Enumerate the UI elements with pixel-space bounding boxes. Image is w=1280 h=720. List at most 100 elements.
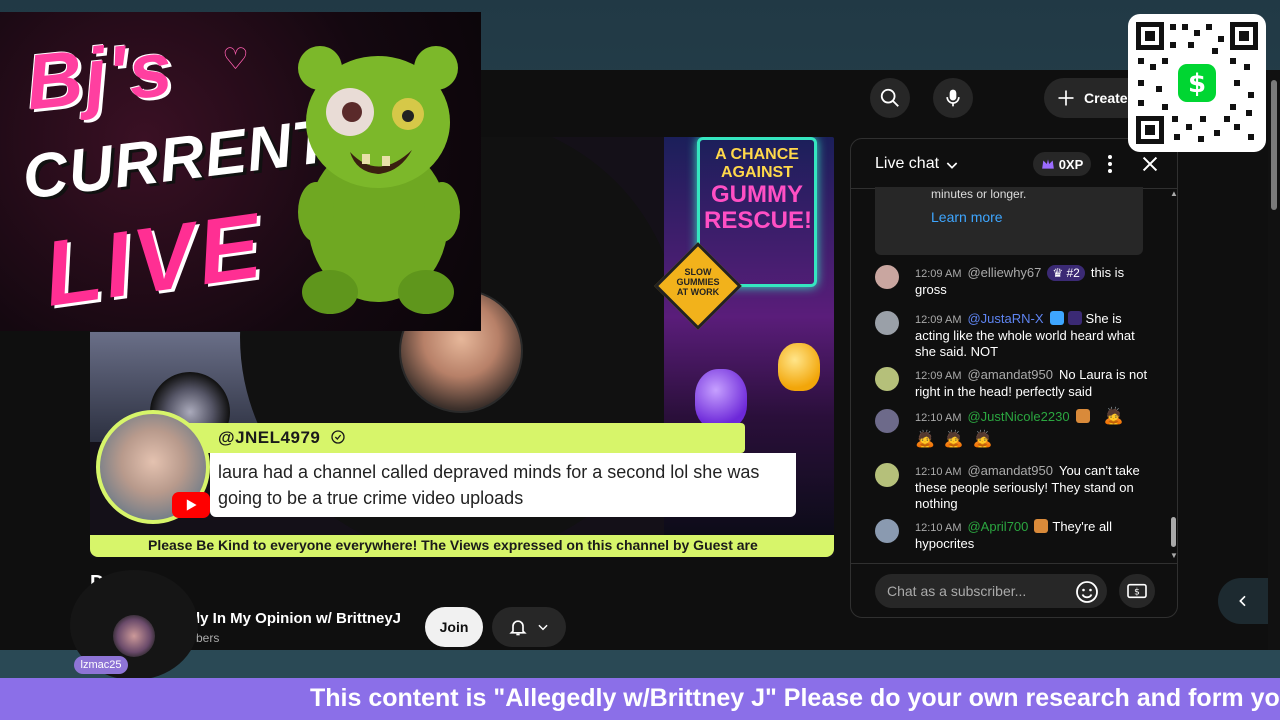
close-icon[interactable] (1139, 153, 1161, 175)
message-body: 12:10 AM @amandat950 You can't take these … (915, 463, 1155, 512)
neon-sign-line1: A CHANCE AGAINST (715, 146, 799, 181)
message-author[interactable]: @amandat950 (967, 367, 1052, 382)
crown-icon (1041, 159, 1054, 169)
search-button[interactable] (870, 78, 910, 118)
learn-more-link[interactable]: Learn more (931, 209, 1003, 225)
notice-text: minutes or longer. (931, 187, 1027, 201)
shield-icon (1049, 311, 1064, 325)
message-author[interactable]: @JustaRN-X (967, 311, 1043, 326)
message-time: 12:09 AM (915, 268, 962, 280)
svg-text:$: $ (1134, 588, 1140, 598)
chat-notice: minutes or longer. Learn more (875, 187, 1143, 255)
chat-title[interactable]: Live chat (875, 155, 939, 173)
warning-sign-line2: GUMMIES (676, 277, 720, 287)
ticker-text: Please Be Kind to everyone everywhere! T… (148, 537, 758, 553)
warning-sign-line1: SLOW (684, 267, 712, 277)
channel-name[interactable]: ly In My Opinion w/ BrittneyJ (196, 610, 401, 627)
emoji-row: 🙇 🙇 🙇 (915, 432, 1155, 448)
chat-input-area: $ (851, 563, 1177, 617)
chevron-left-icon (1239, 595, 1246, 607)
avatar (875, 265, 899, 289)
chevron-down-icon[interactable] (944, 157, 960, 173)
super-chat-button[interactable]: $ (1119, 574, 1155, 608)
chevron-down-icon (538, 624, 548, 631)
chat-header: Live chat 0XP (851, 139, 1177, 189)
notification-button[interactable] (492, 607, 566, 647)
member-badge-icon (1075, 409, 1090, 423)
youtube-logo-icon (172, 492, 210, 518)
join-button[interactable]: Join (425, 607, 483, 647)
comment-text: laura had a channel called depraved mind… (210, 453, 796, 517)
webcam-name-badge: lzmac25 (74, 656, 128, 674)
avatar (875, 463, 899, 487)
message-author[interactable]: @April700 (967, 519, 1028, 534)
scroll-down-icon[interactable]: ▼ (1170, 551, 1177, 560)
message-time: 12:10 AM (915, 412, 962, 424)
neon-sign-line2: GUMMY RESCUE! (704, 181, 813, 234)
rank-badge: ♛ #2 (1047, 265, 1085, 281)
qr-code-icon: $ (1134, 20, 1260, 146)
bell-icon (509, 620, 527, 636)
dollar-icon: $ (1127, 583, 1147, 599)
person-emoji-icon: 🙇 (1103, 408, 1124, 425)
purple-gummy-bear (695, 369, 747, 429)
search-icon (880, 88, 899, 107)
avatar (875, 311, 899, 335)
message-author[interactable]: @elliewhy67 (967, 265, 1041, 280)
stream-logo-overlay: Bj's ♡ CURRENT LIVE (0, 12, 481, 331)
live-chat-panel: Live chat 0XP minutes or longer. Learn m… (850, 138, 1178, 618)
collapse-panel-button[interactable] (1218, 578, 1268, 624)
person-emoji-icon: 🙇 (972, 431, 993, 448)
rank-badge-label: #2 (1066, 266, 1080, 280)
message-author[interactable]: @JustNicole2230 (967, 409, 1069, 424)
message-body: 12:10 AM @April700 They're all hypocrites (915, 519, 1155, 552)
member-badge-icon (1034, 519, 1049, 533)
cashapp-qr-code: $ (1128, 14, 1266, 152)
crown-icon (1067, 311, 1082, 325)
microphone-icon (946, 89, 960, 107)
warning-sign-text: SLOW GUMMIES AT WORK (669, 267, 727, 297)
gummy-bear-icon (298, 46, 460, 314)
chat-input[interactable] (875, 574, 1107, 608)
voice-search-button[interactable] (933, 78, 973, 118)
page-scrollbar[interactable] (1268, 70, 1280, 650)
chat-scrollbar-thumb[interactable] (1171, 517, 1176, 547)
verified-icon (330, 430, 345, 444)
yellow-gummy-bear (778, 343, 820, 391)
warning-sign-line3: AT WORK (676, 287, 720, 297)
message-time: 12:10 AM (915, 522, 962, 534)
logo-line3: LIVE (37, 194, 271, 326)
logo-line1: Bj's (21, 23, 179, 127)
guest-disclaimer-ticker: Please Be Kind to everyone everywhere! T… (90, 535, 834, 557)
plus-icon (1058, 90, 1074, 106)
message-time: 12:09 AM (915, 314, 962, 326)
marquee-text: This content is "Allegedly w/Brittney J"… (310, 684, 1280, 712)
message-time: 12:09 AM (915, 370, 962, 382)
message-body: 12:09 AM @JustaRN-X She is acting like the… (915, 311, 1155, 360)
avatar (875, 519, 899, 543)
chat-scrollbar[interactable]: ▲ ▼ (1170, 189, 1177, 561)
person-emoji-icon: 🙇 (915, 431, 935, 448)
more-options-icon[interactable] (1101, 153, 1119, 175)
comment-author-name: @JNEL4979 (218, 428, 321, 447)
xp-value: 0XP (1058, 156, 1084, 172)
svg-text:$: $ (1188, 69, 1206, 99)
message-author[interactable]: @amandat950 (967, 463, 1052, 478)
comment-author: @JNEL4979 (218, 428, 346, 448)
webcam-face (113, 615, 155, 657)
create-label: Create (1084, 90, 1128, 106)
person-emoji-icon: 🙇 (943, 431, 964, 448)
xp-badge[interactable]: 0XP (1033, 152, 1091, 176)
message-time: 12:10 AM (915, 466, 962, 478)
bottom-marquee: This content is "Allegedly w/Brittney J"… (0, 678, 1280, 720)
scroll-up-icon[interactable]: ▲ (1170, 189, 1177, 198)
emoji-icon[interactable] (1075, 580, 1099, 604)
message-body: 12:09 AM @amandat950 No Laura is not right… (915, 367, 1155, 400)
avatar (875, 409, 899, 433)
subscriber-count: bers (196, 631, 220, 645)
heart-icon: ♡ (222, 43, 249, 76)
message-body: 12:10 AM @JustNicole2230 🙇 🙇 🙇 🙇 (915, 409, 1155, 448)
avatar (875, 367, 899, 391)
message-body: 12:09 AM @elliewhy67 ♛ #2 this is gross (915, 265, 1155, 298)
page-scrollbar-thumb[interactable] (1271, 80, 1277, 210)
